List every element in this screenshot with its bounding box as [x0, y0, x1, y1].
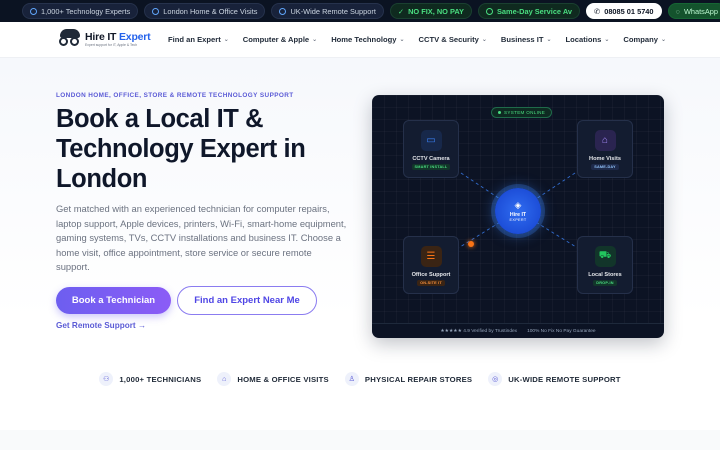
- location-pin-icon: [152, 7, 160, 15]
- topbar-nofix: ✓ NO FIX, NO PAY: [389, 3, 472, 19]
- camera-icon: ▭: [420, 130, 442, 151]
- chevron-down-icon: ⌄: [661, 37, 667, 43]
- site-logo[interactable]: Hire IT Expert Expert support for IT, Ap…: [58, 29, 151, 49]
- hero-eyebrow: LONDON HOME, OFFICE, STORE & REMOTE TECH…: [56, 92, 294, 99]
- node-cctv-tag: SMART INSTALL: [411, 164, 451, 170]
- whatsapp-button[interactable]: ◌ WhatsApp: [667, 3, 720, 19]
- node-stores-label: Local Stores: [588, 272, 622, 278]
- node-office-tag: ON-SITE IT: [417, 280, 445, 286]
- person-icon: ♙: [344, 372, 359, 386]
- main-nav: Hire IT Expert Expert support for IT, Ap…: [0, 22, 720, 58]
- node-cctv: ▭ CCTV Camera SMART INSTALL: [403, 120, 459, 178]
- nav-cctv-security[interactable]: CCTV & Security ⌄: [418, 35, 486, 44]
- globe-icon: ◎: [488, 372, 503, 386]
- nav-menu: Find an Expert ⌄ Computer & Apple ⌄ Home T…: [168, 35, 666, 44]
- node-local-stores: ⛟ Local Stores DROP-IN: [577, 236, 633, 294]
- phone-button[interactable]: ✆ 08085 01 5740: [586, 3, 662, 19]
- topbar-remote-label: UK-Wide Remote Support: [290, 6, 376, 16]
- chevron-down-icon: ⌄: [481, 37, 487, 43]
- cart-icon: ⛟: [594, 246, 616, 267]
- chevron-down-icon: ⌄: [546, 37, 552, 43]
- node-office-label: Office Support: [411, 272, 451, 278]
- stat-remote: ◎ UK-WIDE REMOTE SUPPORT: [488, 372, 620, 386]
- topbar-remote: UK-Wide Remote Support: [271, 3, 384, 19]
- panel-footer: ★★★★★ 4.9 Verified by Trustindex 100% No…: [372, 323, 664, 338]
- node-cctv-label: CCTV Camera: [412, 156, 450, 162]
- chat-icon: ◌: [675, 6, 680, 16]
- logo-tagline: Expert support for IT, Apple & Tech: [85, 43, 138, 47]
- topbar-experts-label: 1,000+ Technology Experts: [41, 6, 131, 16]
- home-icon: ⌂: [217, 372, 232, 386]
- nav-company[interactable]: Company ⌄: [623, 35, 666, 44]
- node-home-visits: ⌂ Home Visits SAME-DAY: [577, 120, 633, 178]
- network-panel: SYSTEM ONLINE ▭ CCTV Camera SMART INSTAL…: [372, 95, 664, 338]
- topbar-sameday: Same-Day Service Av: [477, 3, 580, 19]
- check-icon: ✓: [397, 6, 405, 16]
- globe-icon: [279, 7, 287, 15]
- users-icon: [30, 7, 37, 15]
- topbar-experts: 1,000+ Technology Experts: [22, 3, 139, 19]
- home-icon: ⌂: [594, 130, 616, 151]
- chevron-down-icon: ⌄: [604, 37, 610, 43]
- node-home-label: Home Visits: [589, 156, 621, 162]
- system-status-badge: SYSTEM ONLINE: [491, 107, 553, 118]
- nav-business-it[interactable]: Business IT ⌄: [501, 35, 552, 44]
- logo-name: Hire IT Expert: [85, 31, 151, 43]
- guarantee-text: 100% No Fix No Pay Guarantee: [527, 328, 596, 334]
- stat-technicians: ⚇ 1,000+ TECHNICIANS: [99, 372, 201, 386]
- chevron-down-icon: ⌄: [223, 37, 229, 43]
- find-expert-button[interactable]: Find an Expert Near Me: [177, 286, 317, 315]
- phone-number: 08085 01 5740: [604, 6, 654, 16]
- layers-icon: ◈: [514, 199, 522, 210]
- hero-subcopy: Get matched with an experienced technici…: [56, 203, 347, 273]
- phone-icon: ✆: [594, 6, 601, 16]
- trust-rating: ★★★★★ 4.9 Verified by Trustindex: [440, 328, 518, 334]
- node-office-support: ☰ Office Support ON-SITE IT: [403, 236, 459, 294]
- users-icon: ⚇: [99, 372, 114, 386]
- node-home-tag: SAME-DAY: [591, 164, 619, 170]
- hero-headline: Book a Local IT & Technology Expert in L…: [56, 105, 306, 193]
- stats-bar: ⚇ 1,000+ TECHNICIANS ⌂ HOME & OFFICE VIS…: [0, 366, 720, 392]
- topbar-visits-label: London Home & Office Visits: [163, 6, 258, 16]
- logo-mascot-icon: [58, 29, 82, 49]
- remote-support-link[interactable]: Get Remote Support →: [56, 321, 146, 330]
- topbar-nofix-label: NO FIX, NO PAY: [408, 6, 464, 16]
- nav-home-technology[interactable]: Home Technology ⌄: [331, 35, 404, 44]
- hub-sub: EXPERT: [509, 217, 527, 222]
- clock-icon: [485, 7, 493, 15]
- node-stores-tag: DROP-IN: [593, 280, 617, 286]
- status-dot-icon: [498, 111, 501, 114]
- topbar-sameday-label: Same-Day Service Av: [496, 6, 572, 16]
- chevron-down-icon: ⌄: [312, 37, 318, 43]
- server-icon: ☰: [420, 246, 442, 267]
- book-technician-button[interactable]: Book a Technician: [56, 287, 171, 314]
- whatsapp-label: WhatsApp: [683, 6, 719, 16]
- topbar-visits: London Home & Office Visits: [144, 3, 266, 19]
- top-info-bar: 1,000+ Technology Experts London Home & …: [0, 0, 720, 22]
- stat-stores: ♙ PHYSICAL REPAIR STORES: [344, 372, 472, 386]
- section-divider: [0, 430, 720, 450]
- activity-dot: [468, 241, 474, 247]
- nav-computer-apple[interactable]: Computer & Apple ⌄: [243, 35, 317, 44]
- hub-node: ◈ Hire IT EXPERT: [495, 188, 541, 234]
- nav-locations[interactable]: Locations ⌄: [566, 35, 610, 44]
- chevron-down-icon: ⌄: [399, 37, 405, 43]
- nav-find-expert[interactable]: Find an Expert ⌄: [168, 35, 229, 44]
- stat-visits: ⌂ HOME & OFFICE VISITS: [217, 372, 329, 386]
